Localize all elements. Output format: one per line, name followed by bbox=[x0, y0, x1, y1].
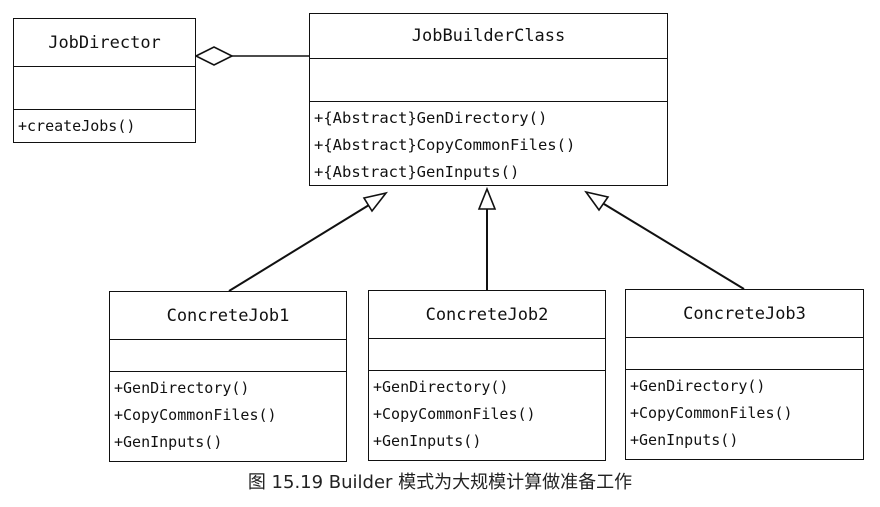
operation: +createJobs() bbox=[18, 117, 136, 135]
class-operations: +GenDirectory() +CopyCommonFiles() +GenI… bbox=[369, 371, 605, 455]
uml-diagram: JobDirector +createJobs() JobBuilderClas… bbox=[0, 0, 880, 507]
aggregation-diamond-icon bbox=[194, 46, 234, 66]
class-attributes bbox=[14, 67, 195, 110]
operation: +{Abstract}CopyCommonFiles() bbox=[314, 136, 576, 154]
operation: +{Abstract}GenDirectory() bbox=[314, 109, 548, 127]
inheritance-line-job1 bbox=[228, 204, 370, 292]
class-operations: +GenDirectory() +CopyCommonFiles() +GenI… bbox=[110, 372, 346, 456]
class-name: ConcreteJob2 bbox=[369, 291, 605, 339]
class-jobdirector: JobDirector +createJobs() bbox=[13, 18, 196, 143]
class-operations: +createJobs() bbox=[14, 110, 195, 140]
inheritance-arrowhead-icon bbox=[477, 186, 497, 210]
operation: +{Abstract}GenInputs() bbox=[314, 163, 520, 181]
class-attributes bbox=[310, 59, 667, 102]
class-jobbuilderclass: JobBuilderClass +{Abstract}GenDirectory(… bbox=[309, 13, 668, 186]
class-operations: +{Abstract}GenDirectory() +{Abstract}Cop… bbox=[310, 102, 667, 186]
class-attributes bbox=[626, 338, 863, 370]
class-attributes bbox=[369, 339, 605, 371]
operation: +CopyCommonFiles() bbox=[373, 405, 536, 423]
inheritance-line-job3 bbox=[603, 203, 745, 290]
operation: +CopyCommonFiles() bbox=[114, 406, 277, 424]
class-name: JobDirector bbox=[14, 19, 195, 67]
operation: +GenDirectory() bbox=[114, 379, 250, 397]
class-concretejob2: ConcreteJob2 +GenDirectory() +CopyCommon… bbox=[368, 290, 606, 461]
class-name: ConcreteJob3 bbox=[626, 290, 863, 338]
class-name: JobBuilderClass bbox=[310, 14, 667, 59]
class-concretejob3: ConcreteJob3 +GenDirectory() +CopyCommon… bbox=[625, 289, 864, 460]
class-name: ConcreteJob1 bbox=[110, 292, 346, 340]
operation: +GenDirectory() bbox=[373, 378, 509, 396]
class-operations: +GenDirectory() +CopyCommonFiles() +GenI… bbox=[626, 370, 863, 454]
figure-caption: 图 15.19 Builder 模式为大规模计算做准备工作 bbox=[247, 472, 633, 493]
operation: +CopyCommonFiles() bbox=[630, 404, 793, 422]
inheritance-arrowhead-icon bbox=[362, 191, 389, 213]
operation: +GenDirectory() bbox=[630, 377, 766, 395]
operation: +GenInputs() bbox=[114, 433, 223, 451]
inheritance-arrowhead-icon bbox=[584, 190, 610, 212]
class-concretejob1: ConcreteJob1 +GenDirectory() +CopyCommon… bbox=[109, 291, 347, 462]
class-attributes bbox=[110, 340, 346, 372]
operation: +GenInputs() bbox=[373, 432, 482, 450]
operation: +GenInputs() bbox=[630, 431, 739, 449]
